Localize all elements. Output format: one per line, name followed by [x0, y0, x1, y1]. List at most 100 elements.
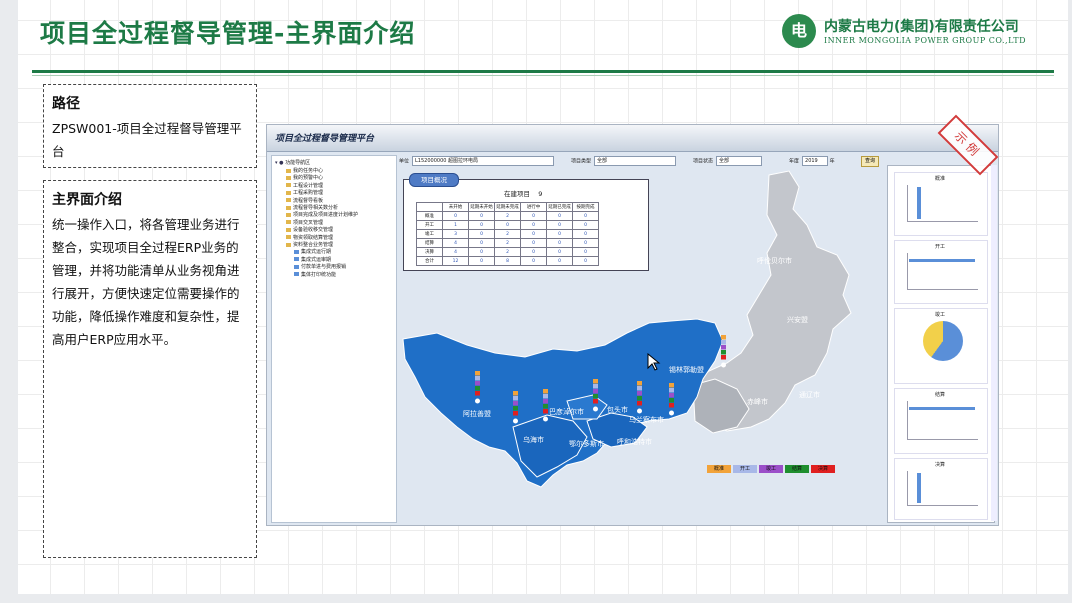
nav-item[interactable]: 流程督导相关数分析 [286, 204, 338, 211]
table-row: 决算 4 0 2 0 0 0 [416, 247, 599, 257]
table-cell[interactable]: 2 [494, 211, 521, 221]
table-cell[interactable]: 0 [468, 220, 495, 230]
folder-icon [294, 257, 299, 262]
nav-root[interactable]: ▾ ● 功能导航区 [275, 159, 310, 166]
legend-item[interactable]: 竣工 [759, 465, 783, 473]
nav-item[interactable]: 流程督导看板 [286, 197, 323, 204]
map-marker-square [593, 394, 598, 399]
city-dot [513, 418, 518, 424]
table-cell[interactable]: 0 [546, 229, 573, 239]
table-cell[interactable]: 0 [468, 229, 495, 239]
table-cell[interactable]: 0 [468, 238, 495, 248]
legend-item[interactable]: 结算 [785, 465, 809, 473]
intro-heading: 主界面介绍 [52, 192, 122, 208]
legend-item[interactable]: 决算 [811, 465, 835, 473]
folder-icon [294, 249, 299, 254]
city-ulanqab[interactable]: 乌兰察布市 [629, 415, 664, 425]
table-cell[interactable]: 2 [494, 247, 521, 257]
table-cell[interactable]: 0 [572, 247, 599, 257]
table-cell[interactable]: 0 [546, 256, 573, 266]
header-rule-thin [32, 75, 1054, 76]
city-wuhai[interactable]: 乌海市 [523, 435, 544, 445]
table-header: 进行中 [520, 202, 547, 212]
table-cell[interactable]: 2 [494, 229, 521, 239]
table-cell[interactable]: 0 [572, 220, 599, 230]
folder-icon [286, 168, 291, 173]
nav-item[interactable]: 集体打印统功能 [294, 271, 336, 278]
table-cell[interactable]: 1 [442, 220, 469, 230]
intro-box: 主界面介绍 统一操作入口，将各管理业务进行整合，实现项目全过程ERP业务的管理，… [43, 180, 257, 558]
city-hohhot[interactable]: 呼和浩特市 [617, 437, 652, 447]
nav-item[interactable]: 资料整合业务管理 [286, 241, 333, 248]
nav-item[interactable]: 集成式运审期 [294, 256, 331, 263]
map-marker-square [669, 398, 674, 403]
table-cell[interactable]: 2 [494, 238, 521, 248]
legend-item[interactable]: 开工 [733, 465, 757, 473]
table-cell[interactable]: 0 [572, 229, 599, 239]
nav-item[interactable]: 物资领取结算管理 [286, 234, 333, 241]
city-tongliao[interactable]: 通辽市 [799, 390, 820, 400]
table-cell[interactable]: 0 [546, 220, 573, 230]
table-cell[interactable]: 0 [468, 256, 495, 266]
map-marker-square [637, 391, 642, 396]
city-chifeng[interactable]: 赤峰市 [747, 397, 768, 407]
table-cell[interactable]: 0 [520, 211, 547, 221]
nav-item[interactable]: 项目完成及项目进度计划维护 [286, 211, 358, 218]
table-cell[interactable]: 0 [572, 211, 599, 221]
legend-item[interactable]: 概准 [707, 465, 731, 473]
nav-item[interactable]: 设备验收移交管理 [286, 226, 333, 233]
table-cell[interactable]: 0 [494, 220, 521, 230]
table-cell[interactable]: 12 [442, 256, 469, 266]
city-ordos[interactable]: 鄂尔多斯市 [569, 439, 604, 449]
table-cell[interactable]: 0 [520, 238, 547, 248]
city-hulunbuir[interactable]: 呼伦贝尔市 [757, 256, 792, 266]
table-header: 延期未开始 [468, 202, 495, 212]
city-baotou[interactable]: 包头市 [607, 405, 628, 415]
chart-bar [909, 259, 975, 262]
map-marker-square [721, 345, 726, 350]
map-marker-square [669, 393, 674, 398]
overview-tab[interactable]: 项目概况 [409, 173, 459, 187]
nav-item[interactable]: 付款单进与费用报销 [294, 263, 346, 270]
mini-chart-title: 概准 [935, 176, 946, 182]
nav-item[interactable]: 集成式运行期 [294, 248, 331, 255]
nav-item[interactable]: 工程设计管理 [286, 182, 323, 189]
city-dot [543, 416, 548, 422]
nav-item[interactable]: 工程采购管理 [286, 189, 323, 196]
nav-item-label: 工程设计管理 [293, 182, 324, 189]
table-cell[interactable]: 0 [468, 247, 495, 257]
table-cell[interactable]: 0 [442, 211, 469, 221]
nav-item[interactable]: 项目交叉管理 [286, 219, 323, 226]
company-logo: 电 内蒙古电力(集团)有限责任公司 INNER MONGOLIA POWER G… [782, 14, 1062, 52]
table-cell[interactable]: 0 [546, 211, 573, 221]
nav-item-label: 流程督导相关数分析 [293, 205, 339, 211]
table-cell[interactable]: 0 [520, 247, 547, 257]
map-marker-square [721, 335, 726, 340]
logo-en-text: INNER MONGOLIA POWER GROUP CO.,LTD [824, 36, 1026, 45]
table-cell[interactable]: 4 [442, 238, 469, 248]
city-bayannur[interactable]: 巴彦淖尔市 [549, 407, 584, 417]
table-cell[interactable]: 0 [546, 238, 573, 248]
nav-item[interactable]: 我的任务中心 [286, 167, 323, 174]
city-alxa[interactable]: 阿拉善盟 [463, 409, 491, 419]
table-cell[interactable]: 0 [520, 256, 547, 266]
table-cell[interactable]: 0 [546, 247, 573, 257]
table-cell[interactable]: 0 [572, 238, 599, 248]
table-cell[interactable]: 8 [494, 256, 521, 266]
intro-text: 统一操作入口，将各管理业务进行整合，实现项目全过程ERP业务的管理，并将功能清单… [52, 217, 240, 347]
city-dot [669, 410, 674, 416]
table-cell[interactable]: 4 [442, 247, 469, 257]
table-cell[interactable]: 0 [572, 256, 599, 266]
city-xilingol[interactable]: 锡林郭勒盟 [669, 365, 704, 375]
chart-scrollbar[interactable] [991, 165, 997, 521]
nav-item-label: 资料整合业务管理 [293, 242, 334, 248]
table-cell[interactable]: 0 [468, 211, 495, 221]
map-marker-square [475, 376, 480, 381]
row-label: 竣工 [416, 229, 443, 239]
table-cell[interactable]: 3 [442, 229, 469, 239]
logo-mark-icon: 电 [782, 14, 816, 48]
table-cell[interactable]: 0 [520, 220, 547, 230]
city-xinganmeng[interactable]: 兴安盟 [787, 315, 808, 325]
nav-item[interactable]: 我的预警中心 [286, 174, 323, 181]
table-cell[interactable]: 0 [520, 229, 547, 239]
